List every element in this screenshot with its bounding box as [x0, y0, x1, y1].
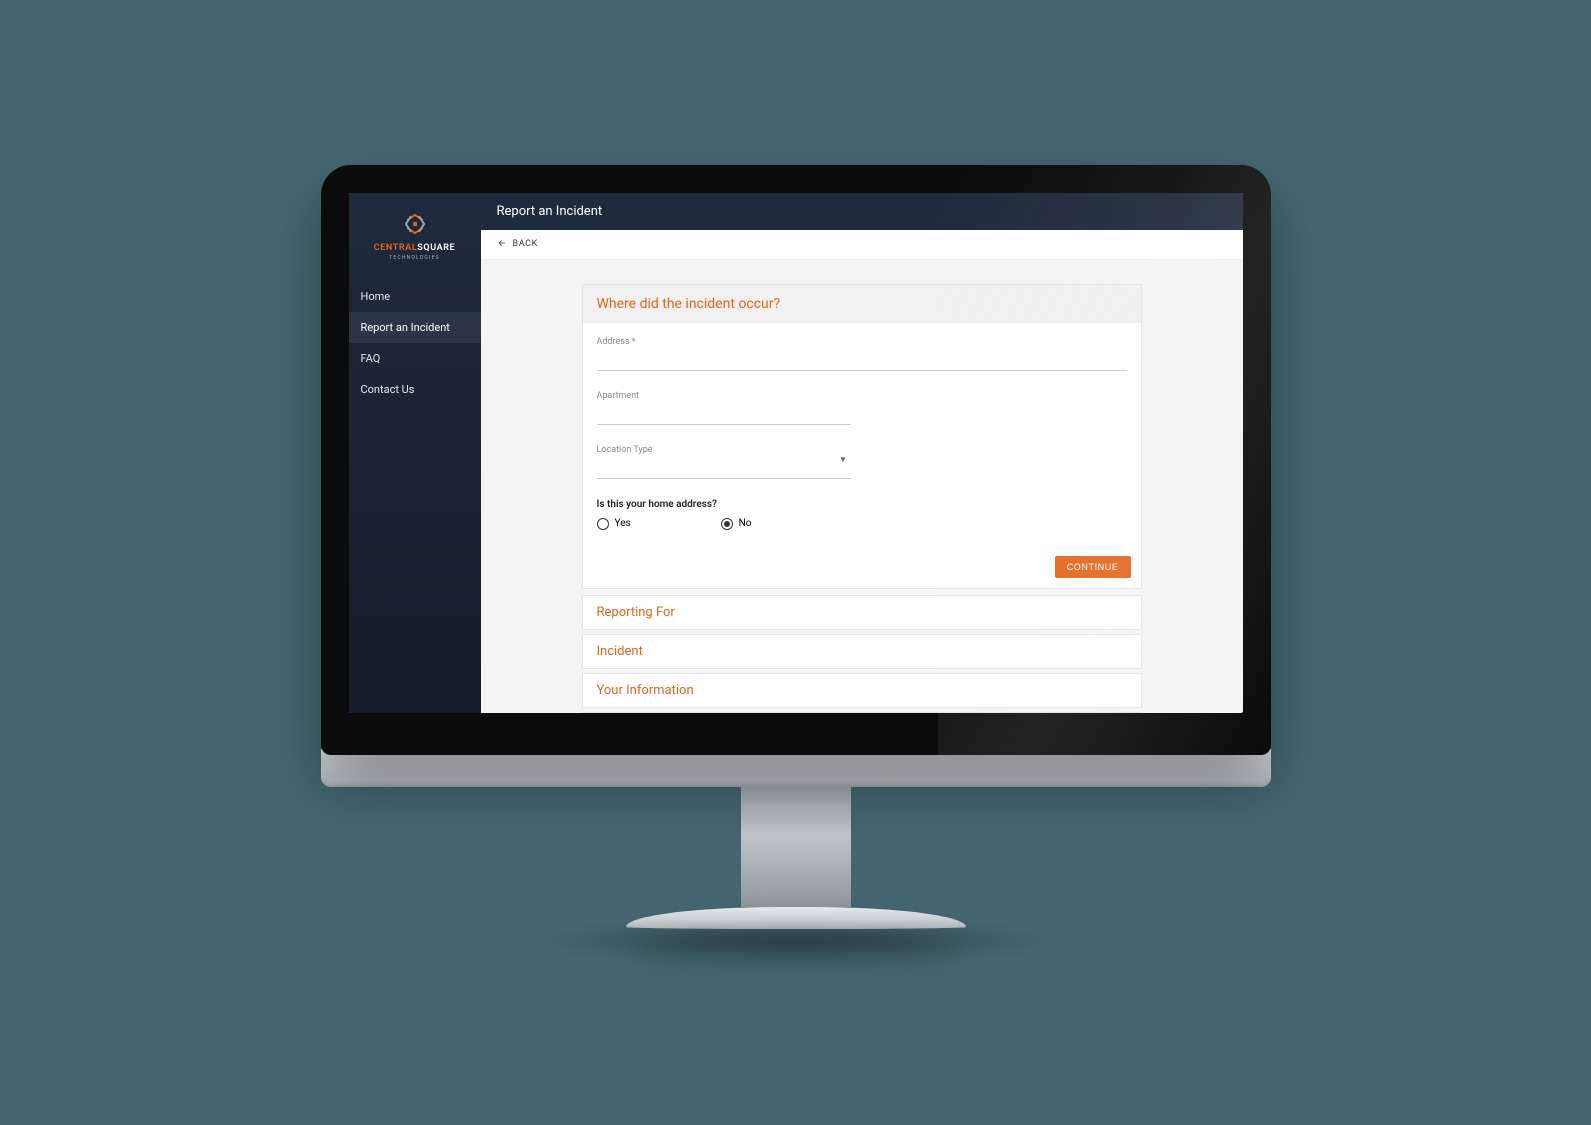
apartment-field: Apartment	[597, 391, 851, 425]
address-input[interactable]	[597, 353, 1127, 371]
sidebar-item-report-incident[interactable]: Report an Incident	[349, 312, 481, 343]
sidebar: CENTRALSQUARE TECHNOLOGIES Home Report a…	[349, 193, 481, 713]
address-label: Address *	[597, 337, 1127, 347]
brand-logo: CENTRALSQUARE TECHNOLOGIES	[349, 193, 481, 281]
section-your-information[interactable]: Your Information	[582, 673, 1142, 708]
radio-no-label: No	[739, 518, 752, 529]
monitor-stand-neck	[741, 787, 851, 907]
arrow-left-icon	[497, 238, 507, 251]
monitor-mockup: CENTRALSQUARE TECHNOLOGIES Home Report a…	[321, 165, 1271, 961]
apartment-input[interactable]	[597, 407, 851, 425]
address-field: Address *	[597, 337, 1127, 371]
apartment-label: Apartment	[597, 391, 851, 401]
sidebar-item-faq[interactable]: FAQ	[349, 343, 481, 374]
continue-button[interactable]: CONTINUE	[1055, 556, 1131, 578]
brand-subtitle: TECHNOLOGIES	[349, 255, 481, 261]
back-button[interactable]: BACK	[481, 230, 1243, 260]
radio-yes[interactable]: Yes	[597, 518, 631, 530]
home-address-radio-group: Yes No	[597, 518, 1127, 530]
location-card: Where did the incident occur? Address * …	[582, 284, 1142, 589]
sidebar-item-home[interactable]: Home	[349, 281, 481, 312]
radio-yes-label: Yes	[615, 518, 631, 529]
section-incident-details[interactable]: Incident Details	[582, 712, 1142, 713]
radio-icon	[597, 518, 609, 530]
monitor-shadow	[516, 921, 1076, 961]
section-reporting-for[interactable]: Reporting For	[582, 595, 1142, 630]
radio-no[interactable]: No	[721, 518, 752, 530]
sidebar-item-contact-us[interactable]: Contact Us	[349, 374, 481, 405]
location-type-field: Location Type ▼	[597, 445, 851, 479]
home-address-question: Is this your home address?	[597, 499, 1127, 510]
back-label: BACK	[513, 239, 538, 249]
main-area: Report an Incident BACK Where did the in…	[481, 193, 1243, 713]
brand-name: CENTRALSQUARE	[349, 243, 481, 253]
section-incident[interactable]: Incident	[582, 634, 1142, 669]
page-title: Report an Incident	[481, 193, 1243, 230]
radio-icon	[721, 518, 733, 530]
brand-logo-icon	[402, 211, 428, 237]
location-card-title: Where did the incident occur?	[583, 285, 1141, 323]
location-type-label: Location Type	[597, 445, 851, 455]
app-screen: CENTRALSQUARE TECHNOLOGIES Home Report a…	[349, 193, 1243, 713]
content-scroll[interactable]: Where did the incident occur? Address * …	[481, 260, 1243, 713]
location-type-select[interactable]	[597, 461, 851, 479]
monitor-bezel: CENTRALSQUARE TECHNOLOGIES Home Report a…	[321, 165, 1271, 755]
